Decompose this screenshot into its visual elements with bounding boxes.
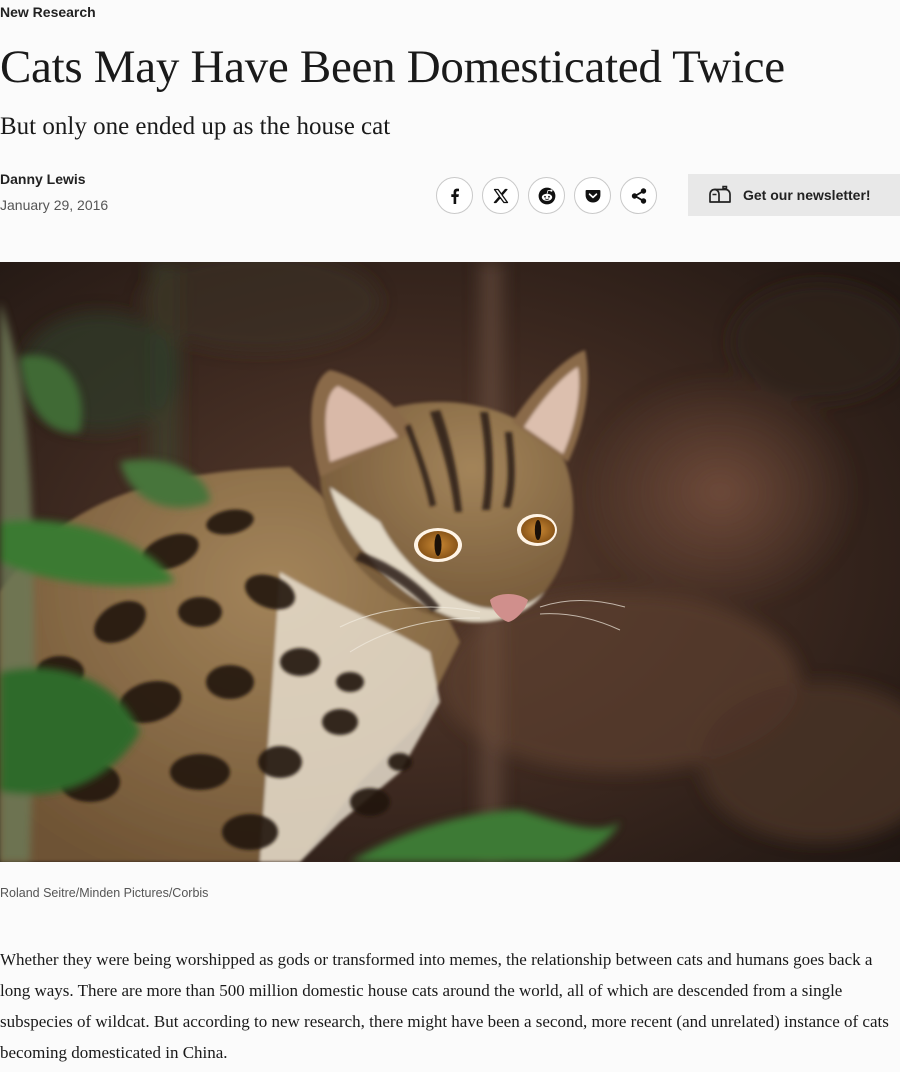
article-headline: Cats May Have Been Domesticated Twice — [0, 41, 785, 93]
reddit-share-button[interactable] — [528, 177, 565, 214]
hero-photo — [0, 262, 900, 862]
share-buttons — [436, 177, 657, 214]
x-share-button[interactable] — [482, 177, 519, 214]
article-subheadline: But only one ended up as the house cat — [0, 113, 391, 140]
share-icon — [631, 187, 646, 204]
facebook-icon — [450, 188, 459, 204]
photo-credit: Roland Seitre/Minden Pictures/Corbis — [0, 886, 209, 900]
author-name[interactable]: Danny Lewis — [0, 171, 86, 187]
x-icon — [493, 188, 508, 203]
newsletter-label: Get our newsletter! — [743, 187, 871, 203]
facebook-share-button[interactable] — [436, 177, 473, 214]
mailbox-icon — [709, 185, 731, 203]
newsletter-button[interactable]: Get our newsletter! — [688, 174, 900, 216]
pocket-icon — [585, 189, 600, 202]
article-body-paragraph: Whether they were being worshipped as go… — [0, 950, 889, 1062]
more-share-button[interactable] — [620, 177, 657, 214]
article-page: New Research Cats May Have Been Domestic… — [0, 0, 900, 1072]
pocket-share-button[interactable] — [574, 177, 611, 214]
section-kicker[interactable]: New Research — [0, 4, 96, 20]
publish-date: January 29, 2016 — [0, 197, 109, 213]
reddit-icon — [538, 187, 555, 204]
